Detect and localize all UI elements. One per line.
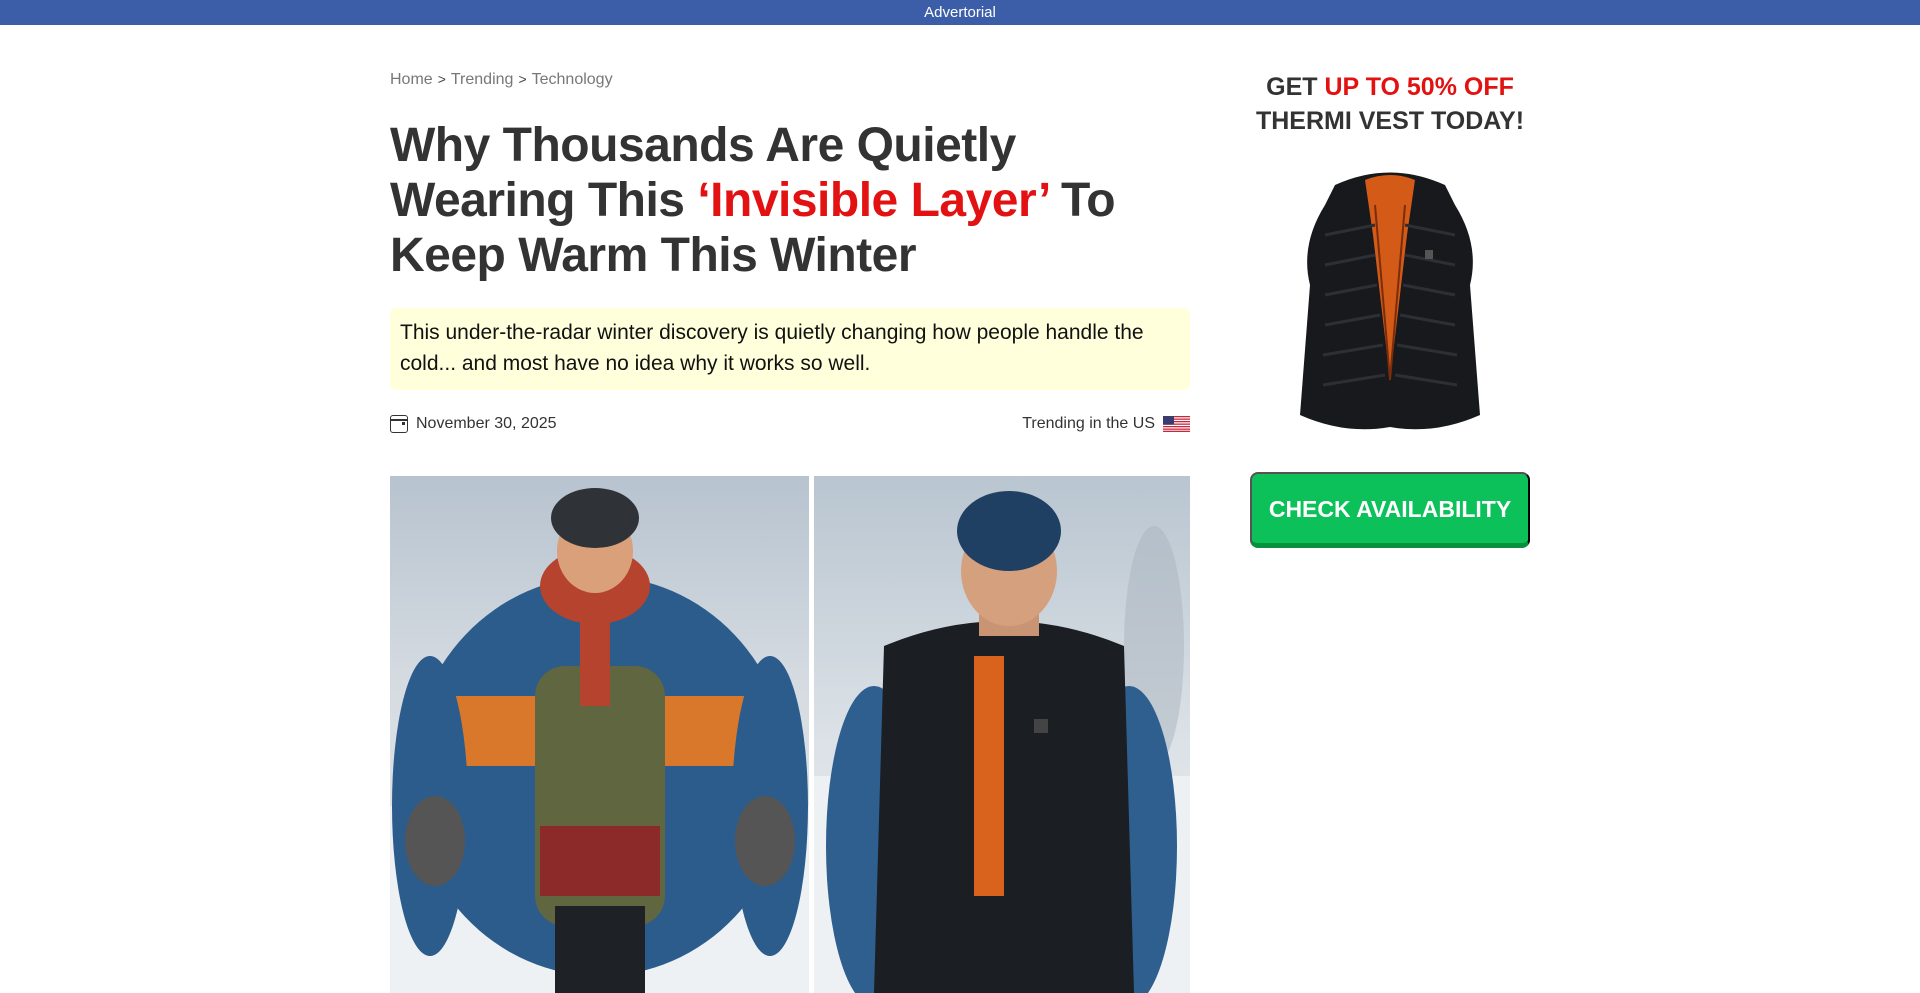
promo-discount: UP TO 50% OFF [1324, 73, 1514, 101]
product-vest-image [1300, 172, 1480, 430]
breadcrumb-separator: > [437, 71, 446, 87]
us-flag-icon [1163, 416, 1190, 432]
publish-date-text: November 30, 2025 [416, 415, 557, 432]
breadcrumb-trending[interactable]: Trending [451, 71, 514, 88]
promo-headline: GET UP TO 50% OFF THERMI VEST TODAY! [1250, 70, 1530, 138]
calendar-icon [390, 415, 408, 433]
promo-product-line: THERMI VEST TODAY! [1255, 107, 1525, 135]
article-summary: This under-the-radar winter discovery is… [390, 308, 1190, 390]
article-meta: November 30, 2025 Trending in the US [390, 415, 1190, 437]
promo-prefix: GET [1266, 73, 1325, 101]
hero-image-comparison [390, 476, 1190, 993]
advertorial-label: Advertorial [924, 4, 996, 21]
hero-image-heated-vest [814, 476, 1190, 993]
advertorial-banner: Advertorial [0, 0, 1920, 25]
publish-date: November 30, 2025 [390, 415, 557, 433]
trending-badge: Trending in the US [1022, 415, 1190, 433]
check-availability-button[interactable]: CHECK AVAILABILITY [1250, 472, 1530, 548]
trending-text: Trending in the US [1022, 415, 1155, 432]
breadcrumb-technology[interactable]: Technology [532, 71, 613, 88]
breadcrumb: Home > Trending > Technology [390, 71, 613, 89]
page-title: Why Thousands Are Quietly Wearing This ‘… [390, 118, 1190, 283]
hero-image-bulky-jacket [390, 476, 809, 993]
breadcrumb-separator: > [518, 71, 527, 87]
breadcrumb-home[interactable]: Home [390, 71, 433, 88]
headline-highlight: ‘Invisible Layer’ [697, 174, 1049, 227]
